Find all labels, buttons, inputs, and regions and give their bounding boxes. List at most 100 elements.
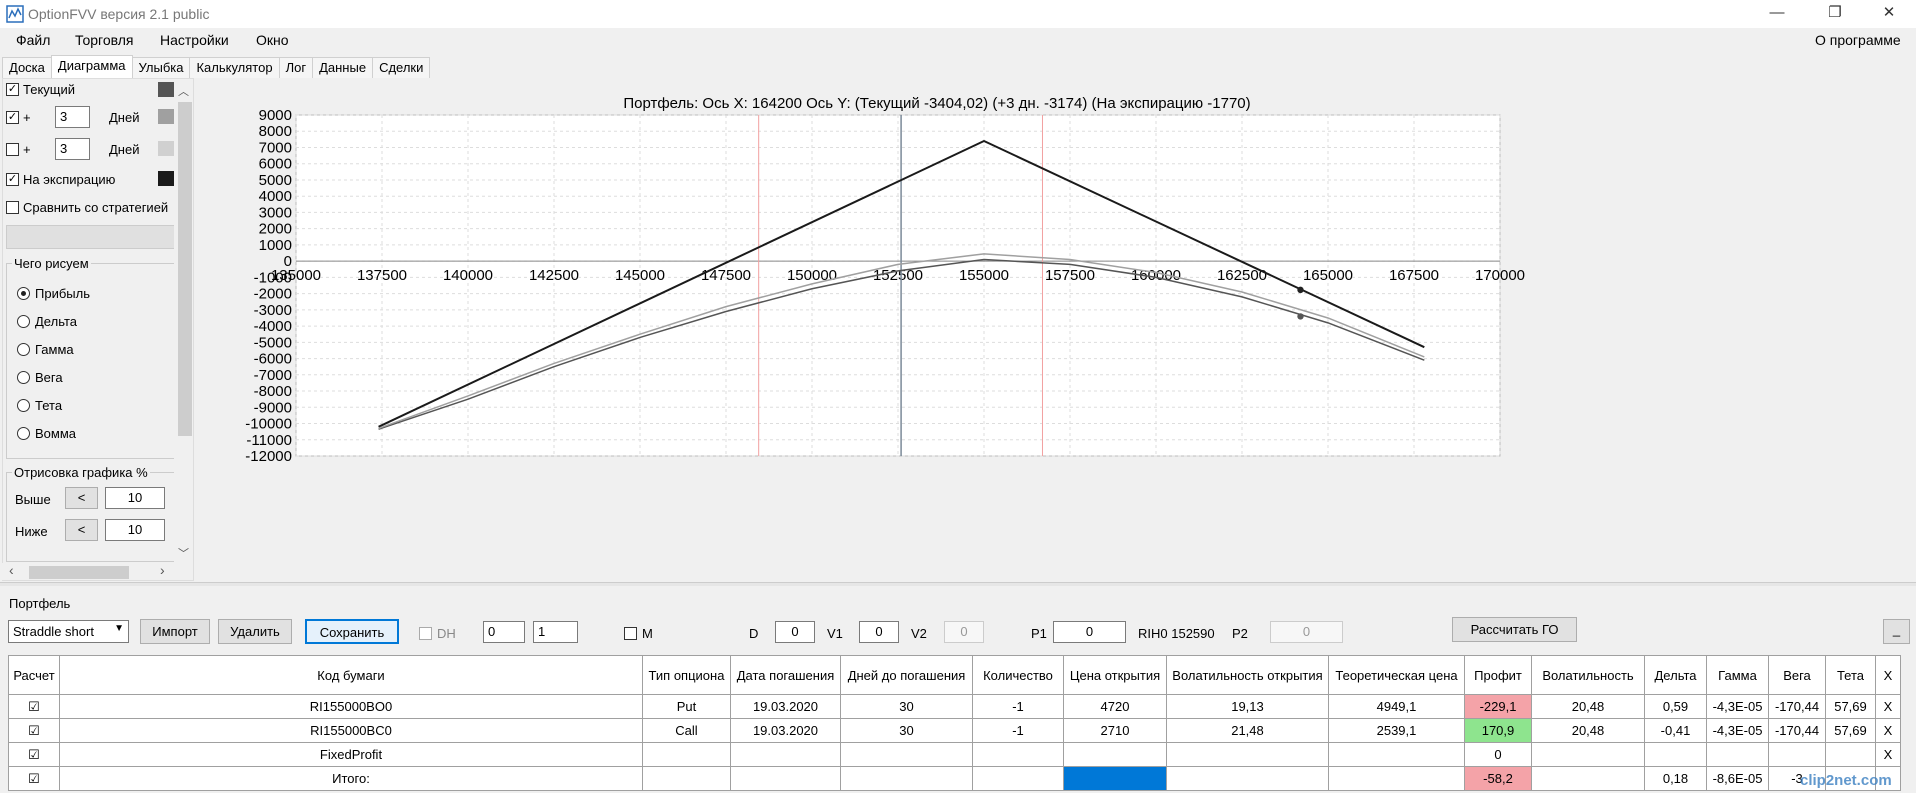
dh-checkbox[interactable]: [419, 627, 432, 640]
col-header[interactable]: Волатильность: [1531, 655, 1645, 695]
table-row[interactable]: ☑ Итого: -58,2 0,18 -8,6E-05 -3: [8, 766, 1901, 791]
radio-delta[interactable]: [17, 315, 30, 328]
restore-button[interactable]: ❐: [1812, 0, 1858, 28]
row-delete-cell[interactable]: X: [1875, 742, 1901, 767]
left-hscroll-thumb[interactable]: [29, 566, 129, 579]
row-delete-cell[interactable]: X: [1875, 718, 1901, 743]
above-percent-input[interactable]: 10: [105, 487, 165, 509]
col-header[interactable]: Профит: [1464, 655, 1532, 695]
tab-smile[interactable]: Улыбка: [131, 57, 191, 78]
row-checkbox-cell[interactable]: ☑: [8, 742, 60, 767]
save-button[interactable]: Сохранить: [305, 619, 399, 644]
col-header[interactable]: Волатильность открытия: [1166, 655, 1329, 695]
tab-board[interactable]: Доска: [2, 57, 52, 78]
menu-settings[interactable]: Настройки: [160, 32, 229, 48]
above-decrease-button[interactable]: <: [65, 487, 98, 509]
tab-deals[interactable]: Сделки: [372, 57, 431, 78]
m-checkbox[interactable]: [624, 627, 637, 640]
plus-days-1-checkbox[interactable]: ✓: [6, 111, 19, 124]
radio-profit[interactable]: [17, 287, 30, 300]
col-header[interactable]: Цена открытия: [1063, 655, 1167, 695]
radio-vega[interactable]: [17, 371, 30, 384]
compare-strategy-select[interactable]: [6, 225, 174, 249]
current-color-swatch[interactable]: [158, 82, 174, 97]
chart-plot[interactable]: 9000800070006000500040003000200010000-10…: [200, 82, 1916, 568]
col-header[interactable]: Теоретическая цена: [1328, 655, 1465, 695]
spin-input-2[interactable]: 1: [533, 621, 578, 643]
p1-input[interactable]: 0: [1053, 621, 1126, 643]
table-row[interactable]: ☑ FixedProfit 0 X: [8, 742, 1901, 767]
days-input-1[interactable]: 3: [55, 106, 90, 128]
col-header[interactable]: Тип опциона: [642, 655, 731, 695]
menu-about[interactable]: О программе: [1815, 32, 1901, 48]
col-header[interactable]: Количество: [972, 655, 1064, 695]
scroll-down-icon[interactable]: ﹀: [178, 545, 189, 561]
scroll-up-icon[interactable]: ︿: [178, 83, 189, 99]
col-header[interactable]: Код бумаги: [59, 655, 643, 695]
collapse-button[interactable]: _: [1883, 619, 1910, 644]
col-header[interactable]: Дней до погашения: [840, 655, 973, 695]
positions-table[interactable]: Расчет Код бумаги Тип опциона Дата погаш…: [8, 655, 1901, 791]
table-cell: [642, 766, 731, 791]
draw-group-title: Чего рисуем: [12, 256, 91, 271]
col-header[interactable]: Тета: [1825, 655, 1876, 695]
minimize-button[interactable]: —: [1754, 0, 1800, 28]
col-header[interactable]: Расчет: [8, 655, 60, 695]
render-groupbox: [6, 472, 174, 562]
scroll-left-icon[interactable]: ‹: [9, 562, 14, 578]
delete-button[interactable]: Удалить: [218, 619, 292, 644]
days-input-2[interactable]: 3: [55, 138, 90, 160]
splitter[interactable]: [0, 582, 1916, 586]
v1-input[interactable]: 0: [859, 621, 899, 643]
expiration-color-swatch[interactable]: [158, 171, 174, 186]
menu-trade[interactable]: Торговля: [75, 32, 133, 48]
table-row[interactable]: ☑ RI155000BC0 Call 19.03.2020 30 -1 2710 21,48 2…: [8, 718, 1901, 743]
draw-groupbox: [6, 263, 174, 459]
v2-input[interactable]: 0: [944, 621, 984, 643]
col-header[interactable]: X: [1875, 655, 1901, 695]
spin-input-1[interactable]: 0: [483, 621, 525, 643]
row-checkbox-cell[interactable]: ☑: [8, 718, 60, 743]
plus-days-2-checkbox[interactable]: [6, 143, 19, 156]
plus-days-2-color-swatch[interactable]: [158, 141, 174, 156]
table-cell: 19,13: [1166, 694, 1329, 719]
x-tick-label: 140000: [443, 267, 493, 284]
menu-file[interactable]: Файл: [16, 32, 50, 48]
col-header[interactable]: Вега: [1768, 655, 1826, 695]
col-header[interactable]: Гамма: [1706, 655, 1769, 695]
tab-calculator[interactable]: Калькулятор: [189, 57, 280, 78]
row-delete-cell[interactable]: X: [1875, 694, 1901, 719]
below-decrease-button[interactable]: <: [65, 519, 98, 541]
table-cell: [1328, 766, 1465, 791]
tab-diagram[interactable]: Диаграмма: [50, 55, 133, 78]
tab-log[interactable]: Лог: [278, 57, 314, 78]
row-checkbox-cell[interactable]: ☑: [8, 694, 60, 719]
table-cell: [1166, 766, 1329, 791]
plus-days-1-color-swatch[interactable]: [158, 109, 174, 124]
radio-gamma[interactable]: [17, 343, 30, 356]
table-cell: -229,1: [1464, 694, 1532, 719]
compare-checkbox[interactable]: [6, 201, 19, 214]
below-percent-input[interactable]: 10: [105, 519, 165, 541]
tab-data[interactable]: Данные: [312, 57, 374, 78]
col-header[interactable]: Дельта: [1644, 655, 1707, 695]
close-button[interactable]: ✕: [1866, 0, 1912, 28]
current-checkbox[interactable]: ✓: [6, 83, 19, 96]
table-row[interactable]: ☑ RI155000BO0 Put 19.03.2020 30 -1 4720 19,13 49…: [8, 694, 1901, 719]
payoff-chart[interactable]: Портфель: Ось X: 164200 Ось Y: (Текущий …: [200, 82, 1916, 568]
expiration-checkbox[interactable]: ✓: [6, 173, 19, 186]
scroll-right-icon[interactable]: ›: [160, 562, 165, 578]
left-vscroll-thumb[interactable]: [178, 102, 192, 436]
calculate-go-button[interactable]: Рассчитать ГО: [1452, 617, 1577, 642]
col-header[interactable]: Дата погашения: [730, 655, 841, 695]
radio-vomma[interactable]: [17, 427, 30, 440]
row-checkbox-cell[interactable]: ☑: [8, 766, 60, 791]
table-cell: [1706, 742, 1769, 767]
d-input[interactable]: 0: [775, 621, 815, 643]
import-button[interactable]: Импорт: [140, 619, 210, 644]
radio-theta[interactable]: [17, 399, 30, 412]
table-cell: 20,48: [1531, 718, 1645, 743]
menu-window[interactable]: Окно: [256, 32, 289, 48]
strategy-select[interactable]: Straddle short ▼: [8, 620, 129, 643]
p2-input[interactable]: 0: [1270, 621, 1343, 643]
